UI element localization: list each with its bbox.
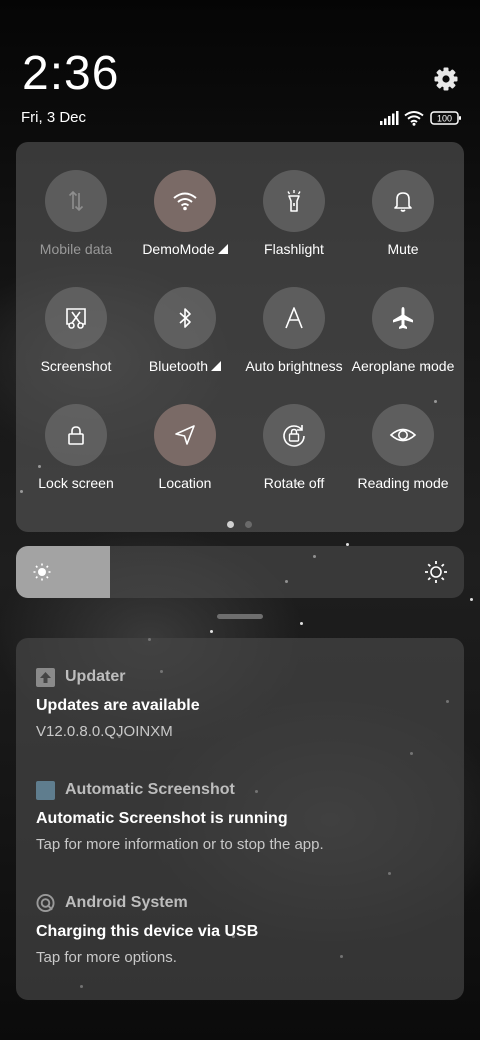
notification-app-name: Updater [65,668,126,685]
tile-lock-screen[interactable]: Lock screen [21,404,131,491]
tile-label: Aeroplane mode [351,358,455,374]
notification-app-name: Automatic Screenshot [65,781,235,798]
notification-title: Charging this device via USB [36,923,259,940]
location-icon [154,404,216,466]
tile-demomode[interactable]: DemoMode [130,170,240,257]
notification-body: V12.0.8.0.QJOINXM [36,723,173,740]
notification-body: Tap for more options. [36,949,177,966]
tile-label: Mute [387,241,419,257]
android-system-icon [36,893,55,913]
tile-label: Lock screen [38,475,114,491]
notification-app-name: Android System [65,894,188,911]
flashlight-icon [263,170,325,232]
brightness-slider[interactable] [16,546,464,598]
rotate-lock-icon [263,404,325,466]
tile-auto-brightness[interactable]: Auto brightness [239,287,349,374]
page-dot [245,521,252,528]
page-dot-active [227,521,234,528]
eye-icon [372,404,434,466]
tile-bluetooth[interactable]: Bluetooth [130,287,240,374]
expand-arrow-icon[interactable] [217,244,228,254]
tile-reading-mode[interactable]: Reading mode [348,404,458,491]
drag-handle[interactable] [217,614,263,619]
brightness-low-icon [32,562,52,587]
screenshot-app-icon [36,780,55,800]
battery-level: 100 [437,114,452,124]
wifi-icon [404,110,424,126]
screenshot-icon [45,287,107,349]
gear-icon[interactable] [433,66,459,92]
tile-rotate-off[interactable]: Rotate off [239,404,349,491]
lock-icon [45,404,107,466]
notification-body: Tap for more information or to stop the … [36,836,324,853]
auto-brightness-icon [263,287,325,349]
clock-date[interactable]: Fri, 3 Dec [21,109,86,126]
tile-label: DemoMode [142,241,215,257]
airplane-icon [372,287,434,349]
tile-aeroplane-mode[interactable]: Aeroplane mode [348,287,458,374]
notification-automatic-screenshot[interactable]: Automatic Screenshot Automatic Screensho… [36,779,444,853]
brightness-level-fill [16,546,111,598]
updater-icon [36,667,55,687]
bluetooth-icon [154,287,216,349]
tile-label: Rotate off [263,475,325,491]
clock-time[interactable]: 2:36 [22,48,119,100]
tile-label: Bluetooth [148,358,209,374]
tile-label: Flashlight [264,241,324,257]
notification-panel: Updater Updates are available V12.0.8.0.… [16,638,464,1000]
wifi-icon [154,170,216,232]
notification-title: Automatic Screenshot is running [36,810,288,827]
bell-icon [372,170,434,232]
brightness-high-icon [424,560,448,589]
tile-screenshot[interactable]: Screenshot [21,287,131,374]
tile-mobile-data[interactable]: Mobile data [21,170,131,257]
tile-label: Screenshot [40,358,112,374]
tile-label: Reading mode [357,475,449,491]
tile-flashlight[interactable]: Flashlight [239,170,349,257]
notification-updater[interactable]: Updater Updates are available V12.0.8.0.… [36,666,444,740]
mobile-data-icon [45,170,107,232]
notification-android-system[interactable]: Android System Charging this device via … [36,892,444,966]
battery-icon: 100 [430,110,462,126]
tile-label: Location [158,475,212,491]
tile-label: Mobile data [39,241,113,257]
tile-mute[interactable]: Mute [348,170,458,257]
tile-location[interactable]: Location [130,404,240,491]
tile-label: Auto brightness [245,358,343,374]
signal-icon [379,110,399,126]
notification-title: Updates are available [36,697,200,714]
expand-arrow-icon[interactable] [211,361,222,371]
